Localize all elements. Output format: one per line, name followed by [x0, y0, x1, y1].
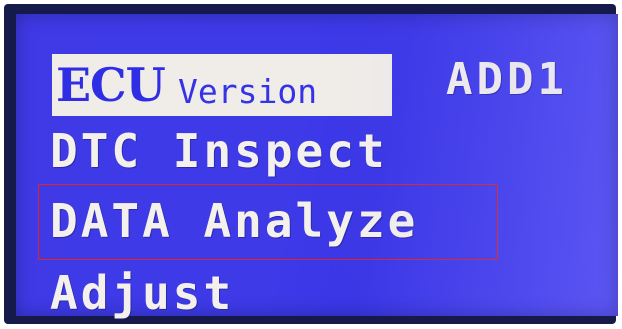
- menu-item-adjust[interactable]: Adjust: [34, 266, 231, 320]
- photo-frame: ECU Version ADD1 DTC Inspect DATA Analyz…: [0, 0, 622, 329]
- ecu-label: ECU: [56, 58, 166, 112]
- version-label: Version: [178, 72, 318, 111]
- menu-item-label: Adjust: [50, 266, 235, 320]
- add-label: ADD1: [446, 54, 568, 105]
- menu-row-ecu-version[interactable]: ECU Version ADD1: [34, 54, 594, 118]
- lcd-screen: ECU Version ADD1 DTC Inspect DATA Analyz…: [16, 14, 618, 320]
- menu-item-dtc-inspect[interactable]: DTC Inspect: [34, 124, 385, 178]
- menu-item-label: DTC Inspect: [50, 124, 388, 178]
- selection-outline: [38, 184, 498, 260]
